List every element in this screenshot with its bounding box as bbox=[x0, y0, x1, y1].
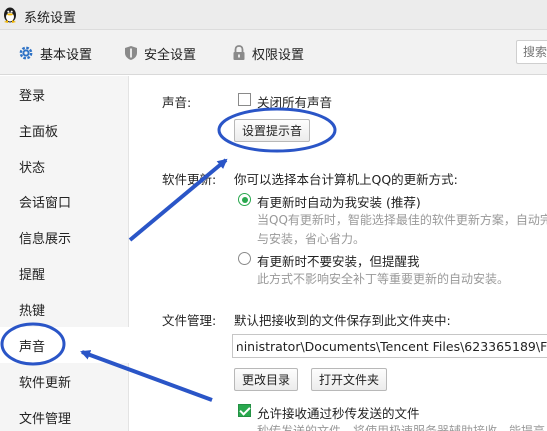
lock-icon bbox=[233, 45, 245, 60]
sidebar-item-label: 热键 bbox=[19, 303, 46, 319]
window-title: 系统设置 bbox=[24, 11, 77, 26]
sidebar-item-file-management[interactable]: 文件管理 bbox=[0, 400, 129, 431]
sidebar-item-login[interactable]: 登录 bbox=[0, 77, 129, 111]
sidebar-item-label: 信息展示 bbox=[19, 231, 72, 247]
sidebar-item-label: 声音 bbox=[19, 339, 46, 355]
update-auto-radio[interactable] bbox=[238, 193, 251, 206]
mute-all-checkbox[interactable] bbox=[238, 93, 251, 106]
sidebar-item-label: 会话窗口 bbox=[19, 195, 72, 211]
update-notify-label: 有更新时不要安装，但提醒我 bbox=[257, 254, 420, 269]
tab-permission-settings[interactable]: 权限设置 bbox=[232, 43, 304, 63]
search-box[interactable] bbox=[516, 40, 547, 64]
save-path-field[interactable] bbox=[232, 334, 547, 358]
search-input[interactable] bbox=[517, 41, 547, 63]
update-auto-label: 有更新时自动为我安装 (推荐) bbox=[257, 195, 421, 210]
sidebar-item-software-update[interactable]: 软件更新 bbox=[0, 364, 129, 398]
gear-icon bbox=[19, 46, 33, 60]
save-path-input[interactable] bbox=[233, 335, 547, 357]
sidebar-item-hotkeys[interactable]: 热键 bbox=[0, 292, 129, 326]
title-bar: 系统设置 bbox=[0, 0, 547, 30]
sidebar-item-label: 登录 bbox=[19, 88, 46, 104]
sidebar-item-info-display[interactable]: 信息展示 bbox=[0, 220, 129, 254]
sidebar-item-label: 状态 bbox=[19, 160, 46, 176]
sidebar-item-label: 主面板 bbox=[19, 124, 59, 140]
sidebar-item-reminder[interactable]: 提醒 bbox=[0, 256, 129, 290]
allow-receive-label: 允许接收通过秒传发送的文件 bbox=[257, 406, 420, 421]
tab-basic-settings[interactable]: 基本设置 bbox=[18, 43, 92, 63]
change-directory-button[interactable]: 更改目录 bbox=[234, 368, 299, 391]
set-tone-button[interactable]: 设置提示音 bbox=[234, 119, 311, 142]
sidebar: 登录 主面板 状态 会话窗口 信息展示 提醒 热键 声音 软件更新 文件管理 bbox=[0, 76, 129, 431]
sidebar-item-main-panel[interactable]: 主面板 bbox=[0, 113, 129, 147]
sidebar-item-sound[interactable]: 声音 bbox=[0, 327, 129, 363]
sidebar-item-chat-window[interactable]: 会话窗口 bbox=[0, 184, 129, 218]
tab-permission-settings-label: 权限设置 bbox=[252, 47, 305, 63]
sidebar-item-label: 文件管理 bbox=[19, 411, 72, 427]
update-section-label: 软件更新: bbox=[162, 172, 217, 187]
allow-receive-desc: 秒传发送的文件，将使用极速服务器辅助接收，能提高 bbox=[257, 424, 546, 431]
shield-icon bbox=[125, 46, 137, 60]
qq-penguin-icon bbox=[4, 7, 16, 23]
sidebar-item-label: 软件更新 bbox=[19, 375, 72, 391]
files-description: 默认把接收到的文件保存到此文件夹中: bbox=[234, 313, 451, 328]
tab-security-settings[interactable]: 安全设置 bbox=[124, 43, 196, 63]
update-auto-desc-1: 当QQ有更新时，智能选择最佳的软件更新方案，自动完 bbox=[257, 213, 547, 227]
settings-content: 声音: 关闭所有声音 设置提示音 软件更新: 你可以选择本台计算机上QQ的更新方… bbox=[130, 76, 547, 431]
tab-basic-settings-label: 基本设置 bbox=[40, 47, 93, 63]
tab-security-settings-label: 安全设置 bbox=[144, 47, 197, 63]
sidebar-item-label: 提醒 bbox=[19, 267, 46, 283]
update-notify-radio[interactable] bbox=[238, 252, 251, 265]
files-section-label: 文件管理: bbox=[162, 313, 217, 328]
open-folder-button[interactable]: 打开文件夹 bbox=[311, 368, 388, 391]
mute-all-label: 关闭所有声音 bbox=[257, 95, 333, 110]
update-notify-desc: 此方式不影响安全补丁等重要更新的自动安装。 bbox=[257, 272, 510, 286]
update-auto-desc-2: 与安装，省心省力。 bbox=[257, 232, 366, 246]
update-description: 你可以选择本台计算机上QQ的更新方式: bbox=[234, 172, 458, 187]
sidebar-item-status[interactable]: 状态 bbox=[0, 149, 129, 183]
sound-section-label: 声音: bbox=[162, 95, 192, 110]
allow-receive-checkbox[interactable] bbox=[238, 404, 251, 417]
settings-tabbar: 基本设置 安全设置 权限设置 bbox=[0, 30, 547, 75]
